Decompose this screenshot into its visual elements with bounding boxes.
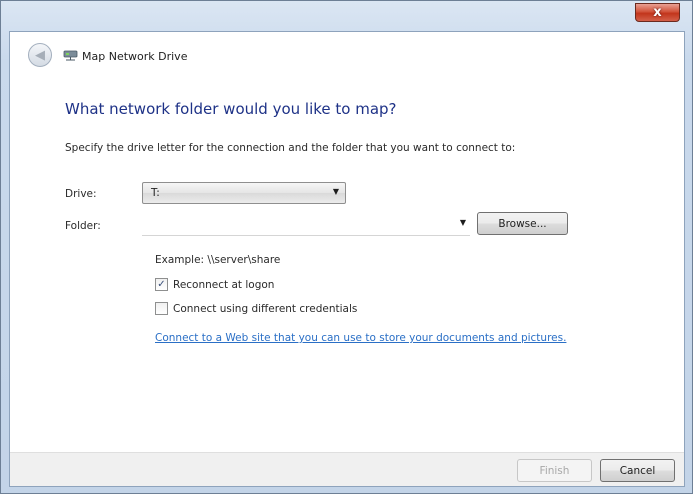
wizard-content: ◀ Map Network Drive What network folder … [9, 31, 685, 487]
web-site-link[interactable]: Connect to a Web site that you can use t… [155, 332, 566, 344]
browse-button[interactable]: Browse... [477, 212, 568, 235]
wizard-footer: Finish Cancel [10, 452, 684, 486]
reconnect-checkbox[interactable]: ✓ [155, 278, 168, 291]
wizard-header: ◀ Map Network Drive [10, 32, 684, 68]
page-heading: What network folder would you like to ma… [65, 100, 397, 118]
title-bar[interactable]: x [1, 1, 692, 29]
wizard-title: Map Network Drive [82, 50, 188, 63]
network-drive-icon [63, 50, 78, 61]
chevron-down-icon: ▼ [332, 187, 339, 196]
folder-combo-input[interactable]: ▼ [142, 214, 470, 236]
finish-button[interactable]: Finish [517, 459, 592, 482]
close-icon: x [653, 5, 662, 20]
map-network-drive-window: x ◀ Map Network Drive What network folde… [0, 0, 693, 494]
drive-select-value: T: [151, 187, 160, 199]
drive-select[interactable]: T: ▼ [142, 182, 346, 204]
folder-label: Folder: [65, 220, 101, 232]
close-button[interactable]: x [635, 3, 680, 22]
instruction-text: Specify the drive letter for the connect… [65, 142, 516, 154]
reconnect-label[interactable]: Reconnect at logon [173, 279, 274, 291]
cancel-button[interactable]: Cancel [600, 459, 675, 482]
drive-label: Drive: [65, 188, 97, 200]
credentials-checkbox-row[interactable]: Connect using different credentials [155, 302, 357, 315]
back-arrow-icon: ◀ [35, 47, 45, 63]
example-text: Example: \\server\share [155, 254, 281, 266]
back-button[interactable]: ◀ [28, 43, 52, 67]
reconnect-checkbox-row[interactable]: ✓ Reconnect at logon [155, 278, 274, 291]
chevron-down-icon[interactable]: ▼ [460, 218, 466, 227]
credentials-checkbox[interactable] [155, 302, 168, 315]
credentials-label[interactable]: Connect using different credentials [173, 303, 357, 315]
